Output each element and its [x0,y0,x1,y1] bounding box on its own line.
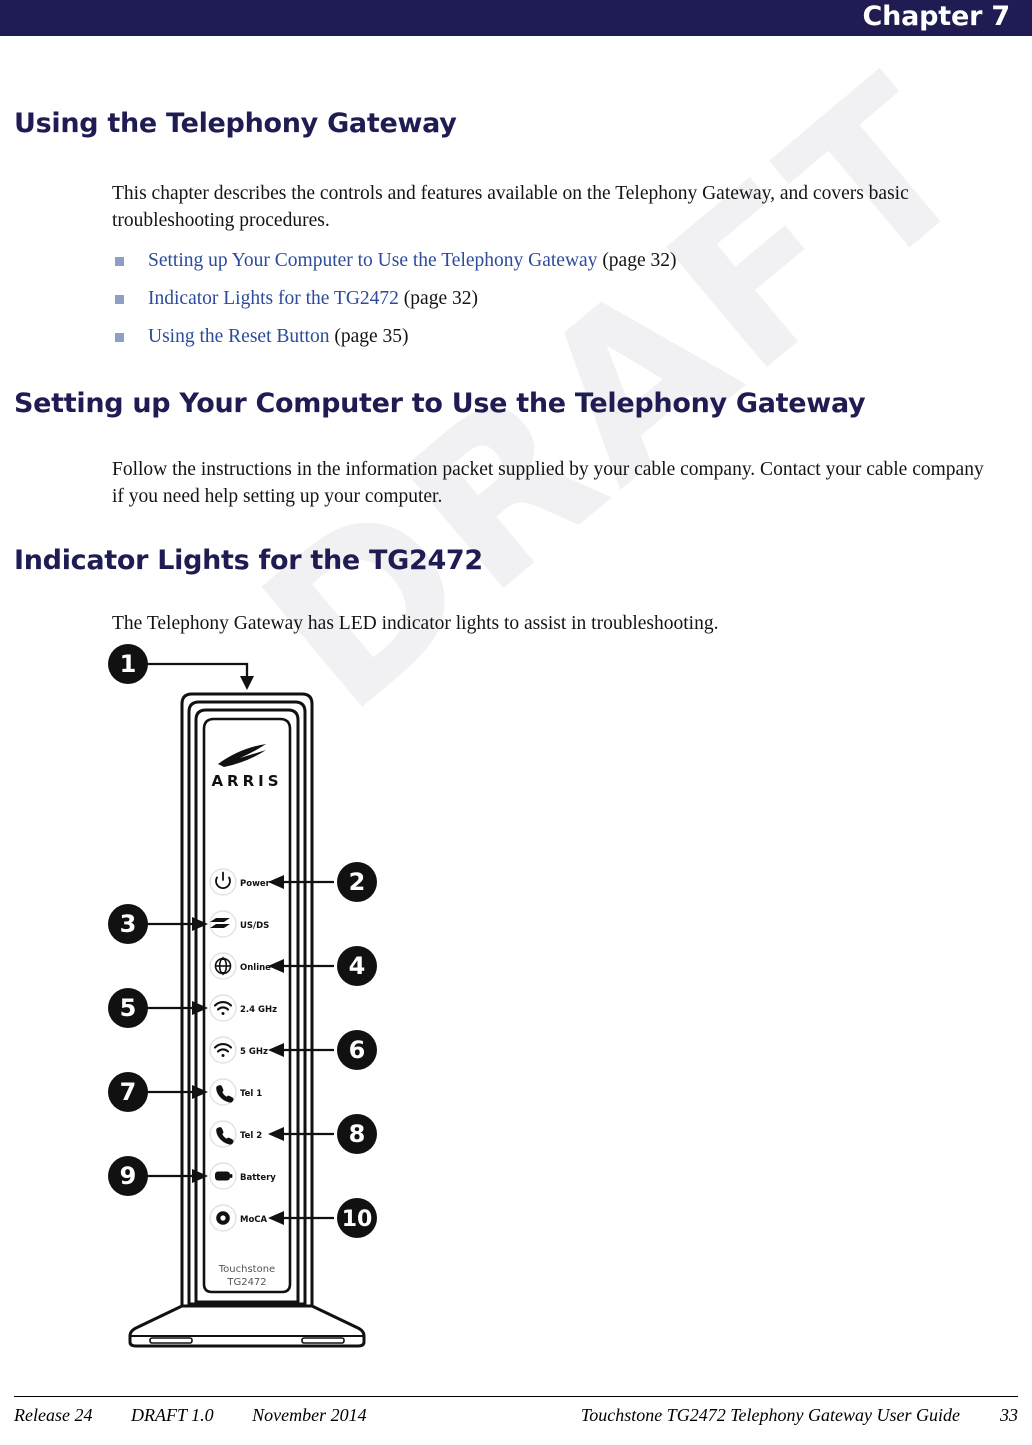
led-usds: US/DS [209,910,269,938]
led-label-wifi-24: 2.4 GHz [240,1005,277,1015]
page-ref-setting-up-computer: (page 32) [602,250,677,271]
led-label-moca: MoCA [240,1215,268,1225]
svg-text:8: 8 [349,1120,366,1148]
chapter-link-list: Setting up Your Computer to Use the Tele… [112,248,996,362]
led-power: Power [209,868,271,896]
wifi-icon [213,1043,233,1057]
callout-5[interactable]: 5 [108,988,148,1028]
section-title-indicator-lights: Indicator Lights for the TG2472 [14,545,483,576]
led-label-tel2: Tel 2 [240,1131,262,1141]
callout-badges: 1 2 3 4 5 6 7 8 9 10 [108,644,377,1238]
link-setting-up-computer[interactable]: Setting up Your Computer to Use the Tele… [148,250,597,271]
svg-text:Touchstone: Touchstone [218,1264,275,1275]
callout-1[interactable]: 1 [108,644,148,684]
page-title: Using the Telephony Gateway [14,108,457,139]
footer-page-number: 33 [1000,1405,1018,1425]
led-label-wifi-5: 5 GHz [240,1047,268,1057]
led-label-tel1: Tel 1 [240,1089,262,1099]
led-tel2: Tel 2 [209,1120,262,1148]
led-wifi-5: 5 GHz [209,1036,268,1064]
led-tel1: Tel 1 [209,1078,262,1106]
footer-left-group: Release 24 DRAFT 1.0 November 2014 [14,1405,401,1426]
led-moca: MoCA [209,1204,268,1232]
led-online: Online [209,952,271,980]
page-ref-indicator-lights: (page 32) [403,288,478,309]
led-label-usds: US/DS [240,921,269,931]
intro-paragraph: This chapter describes the controls and … [112,183,909,231]
footer-draft: DRAFT 1.0 [130,1405,214,1425]
led-label-online: Online [240,963,271,973]
setup-paragraph: Follow the instructions in the informati… [112,459,984,507]
svg-text:3: 3 [120,910,137,938]
device-stand [128,1304,366,1348]
callout-9[interactable]: 9 [108,1156,148,1196]
telephony-gateway-diagram: ARRIS Power US/DS Online 2.4 GHz 5 GHz T… [90,636,420,1356]
led-label-battery: Battery [240,1173,276,1183]
link-reset-button[interactable]: Using the Reset Button [148,326,329,347]
power-icon [215,871,231,889]
list-item[interactable]: Indicator Lights for the TG2472 (page 32… [112,286,996,324]
footer-release: Release 24 [14,1405,93,1425]
svg-text:5: 5 [120,994,137,1022]
svg-text:10: 10 [342,1207,373,1232]
indicator-lights-paragraph: The Telephony Gateway has LED indicator … [112,613,719,634]
list-item[interactable]: Using the Reset Button (page 35) [112,324,996,362]
svg-text:TG2472: TG2472 [226,1277,266,1288]
bullet-square-icon [115,333,124,342]
chapter-label: Chapter 7 [862,1,1010,32]
svg-text:7: 7 [120,1078,137,1106]
callout-6[interactable]: 6 [337,1030,377,1070]
arris-logo: ARRIS [211,744,282,790]
page-footer: Release 24 DRAFT 1.0 November 2014 Touch… [14,1405,1018,1435]
bullet-square-icon [115,257,124,266]
led-indicator-group: Power US/DS Online 2.4 GHz 5 GHz Tel 1 T… [209,868,277,1232]
led-wifi-24: 2.4 GHz [209,994,277,1022]
device-model-label: Touchstone TG2472 [218,1264,275,1288]
led-label-power: Power [240,879,271,889]
callout-2[interactable]: 2 [337,862,377,902]
callout-4[interactable]: 4 [337,946,377,986]
footer-guide-title: Touchstone TG2472 Telephony Gateway User… [580,1405,960,1425]
moca-icon [216,1211,230,1225]
svg-text:1: 1 [120,650,137,678]
footer-divider [14,1396,1018,1397]
callout-10[interactable]: 10 [337,1198,377,1238]
phone-icon [216,1085,234,1103]
globe-icon [214,957,232,975]
wifi-icon [213,1001,233,1015]
chapter-header-bar: Chapter 7 [0,0,1032,36]
section-title-setup-computer: Setting up Your Computer to Use the Tele… [14,388,866,419]
bullet-square-icon [115,295,124,304]
svg-text:9: 9 [120,1162,137,1190]
footer-date: November 2014 [252,1405,367,1425]
callout-7[interactable]: 7 [108,1072,148,1112]
callout-8[interactable]: 8 [337,1114,377,1154]
svg-text:6: 6 [349,1036,366,1064]
battery-icon [215,1171,233,1181]
link-indicator-lights[interactable]: Indicator Lights for the TG2472 [148,288,399,309]
page-ref-reset-button: (page 35) [334,326,409,347]
callout-3[interactable]: 3 [108,904,148,944]
phone-icon [216,1127,234,1145]
svg-text:4: 4 [349,952,366,980]
svg-text:2: 2 [349,868,366,896]
led-battery: Battery [209,1162,276,1190]
list-item[interactable]: Setting up Your Computer to Use the Tele… [112,248,996,286]
svg-text:ARRIS: ARRIS [211,772,282,790]
